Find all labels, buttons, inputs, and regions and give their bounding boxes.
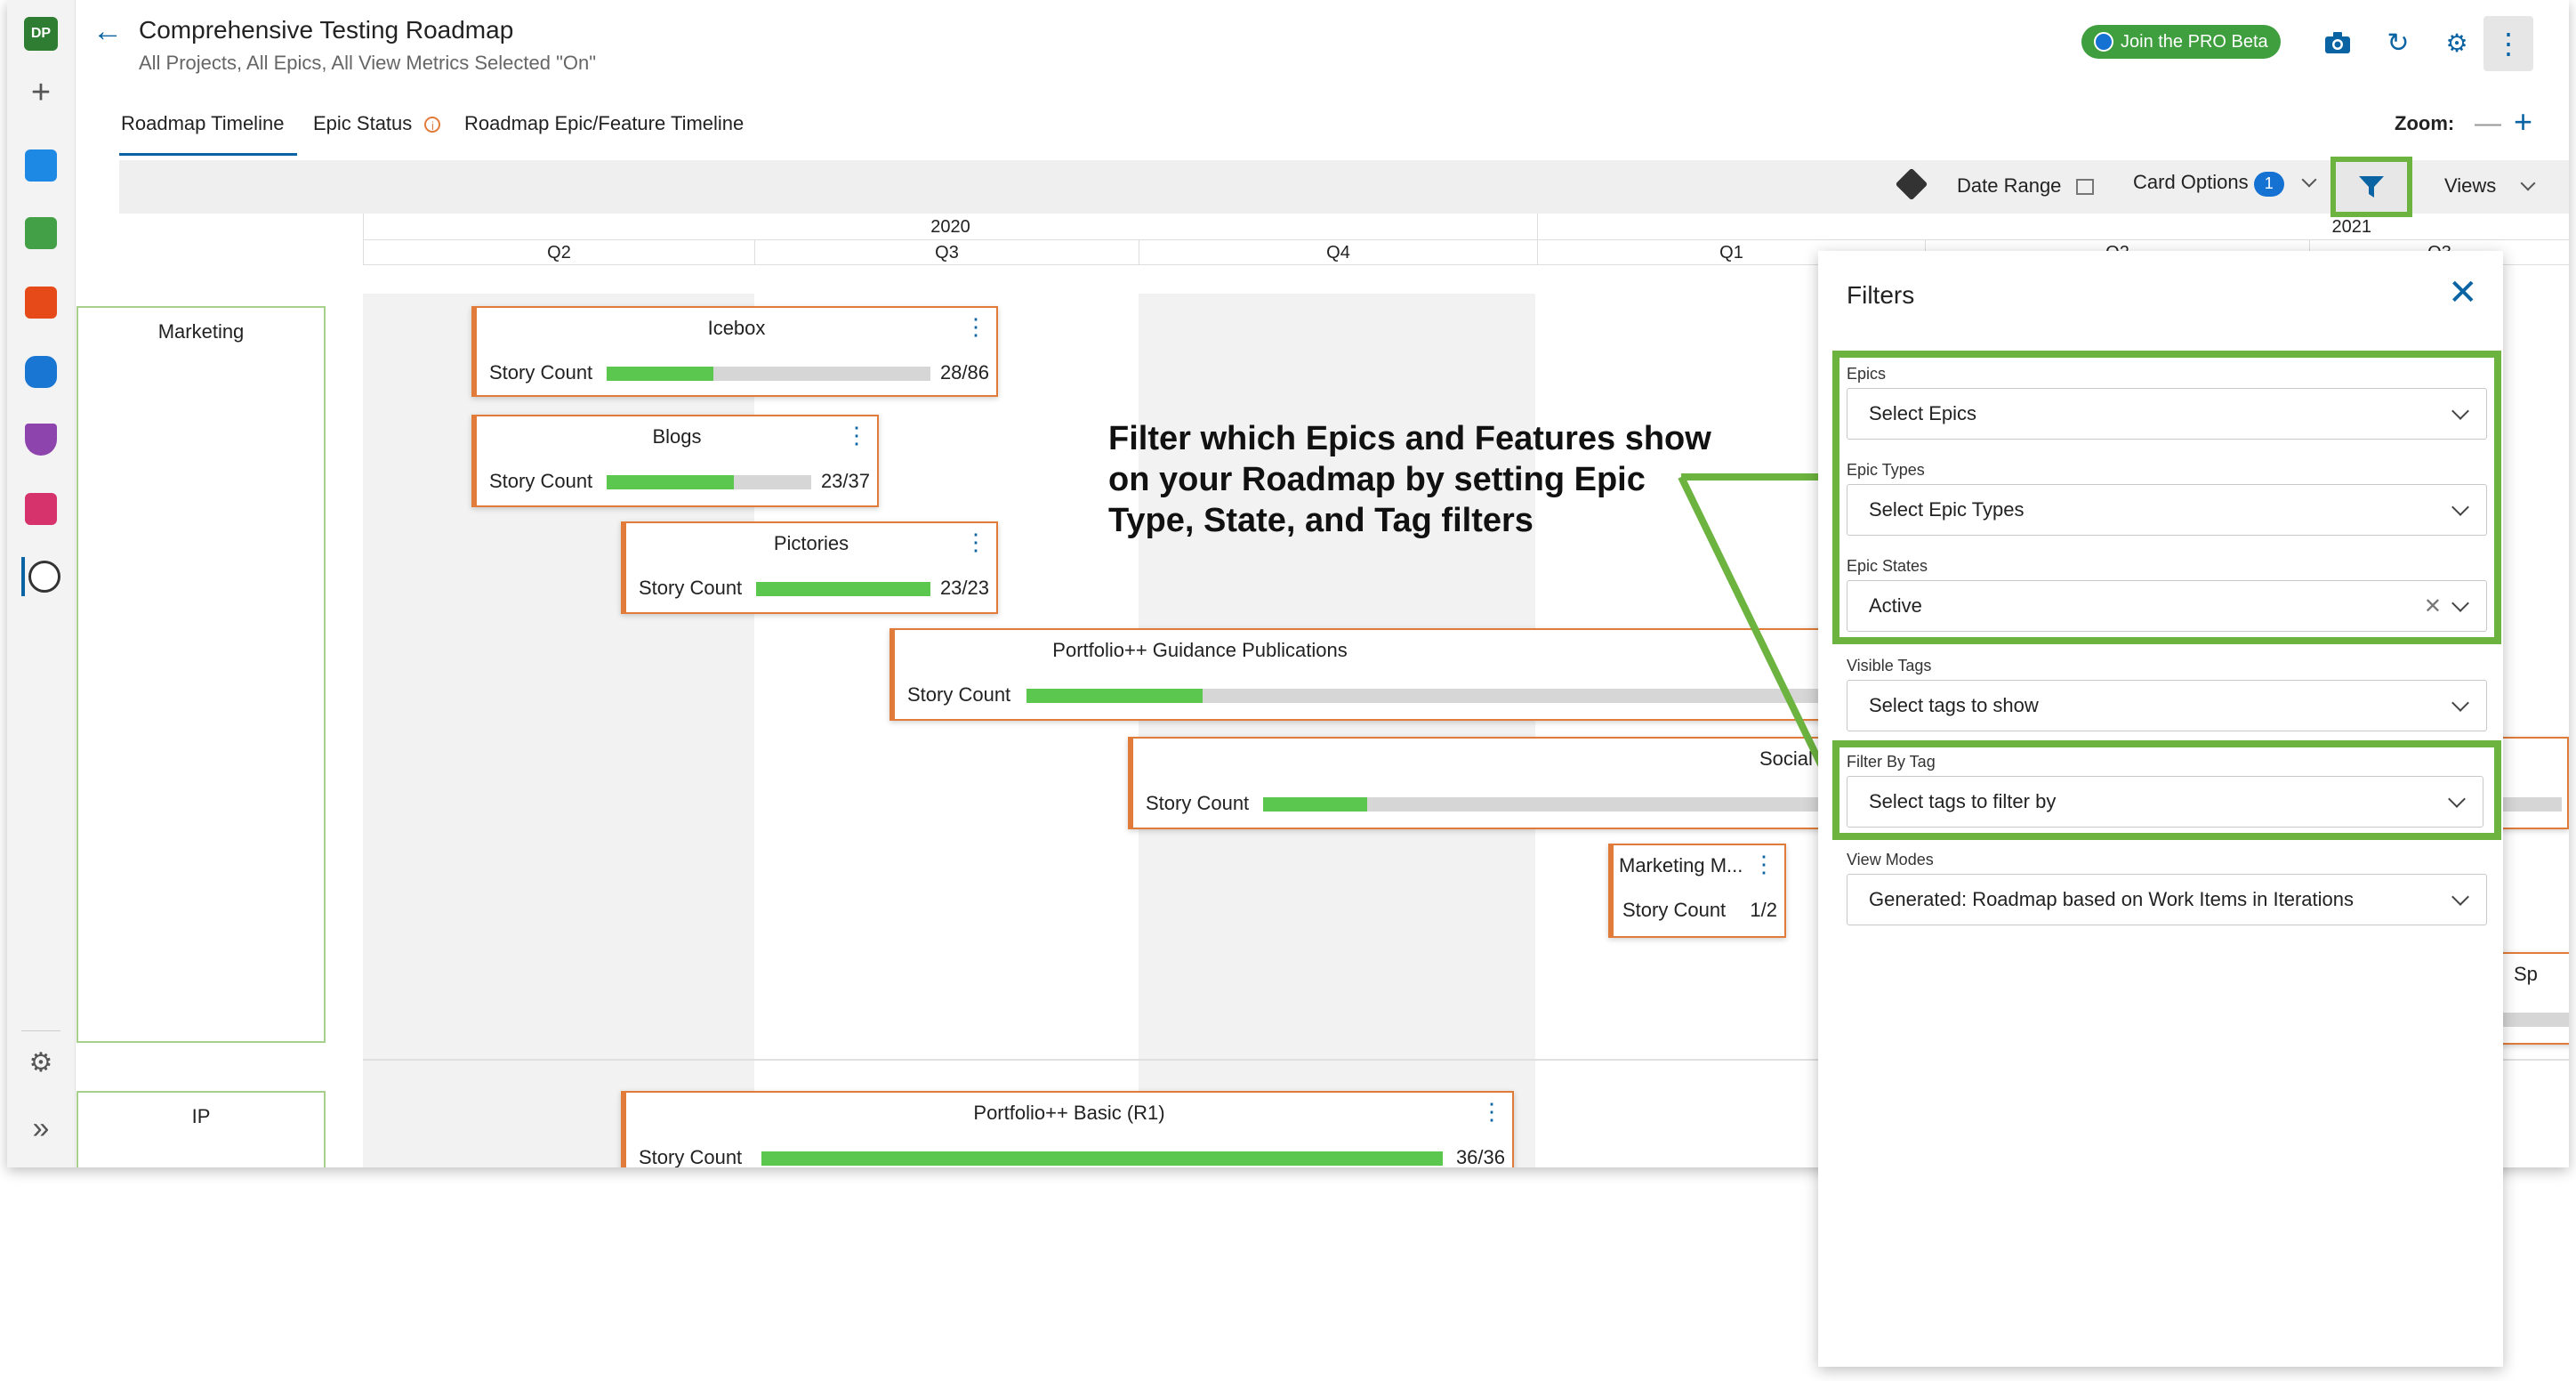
epics-select[interactable]: Select Epics [1847, 388, 2487, 440]
filter-by-tag-select[interactable]: Select tags to filter by [1847, 776, 2483, 828]
chevron-down-icon [2448, 790, 2466, 808]
chevron-down-icon [2451, 498, 2469, 516]
clear-icon[interactable]: ✕ [2424, 594, 2442, 619]
epic-states-label: Epic States [1847, 557, 1928, 575]
epic-types-select[interactable]: Select Epic Types [1847, 484, 2487, 536]
visible-tags-select[interactable]: Select tags to show [1847, 680, 2487, 731]
filters-title: Filters [1847, 281, 1915, 309]
chevron-down-icon [2451, 694, 2469, 712]
close-icon[interactable]: ✕ [2448, 272, 2478, 313]
epics-label: Epics [1847, 365, 1887, 383]
visible-tags-label: Visible Tags [1847, 657, 1932, 674]
epic-states-select[interactable]: Active ✕ [1847, 580, 2487, 632]
filter-by-tag-label: Filter By Tag [1847, 753, 1936, 771]
chevron-down-icon [2451, 402, 2469, 420]
epic-types-label: Epic Types [1847, 461, 1925, 479]
chevron-down-icon [2451, 594, 2469, 612]
view-modes-select[interactable]: Generated: Roadmap based on Work Items i… [1847, 874, 2487, 925]
chevron-down-icon [2451, 888, 2469, 906]
view-modes-label: View Modes [1847, 851, 1934, 868]
